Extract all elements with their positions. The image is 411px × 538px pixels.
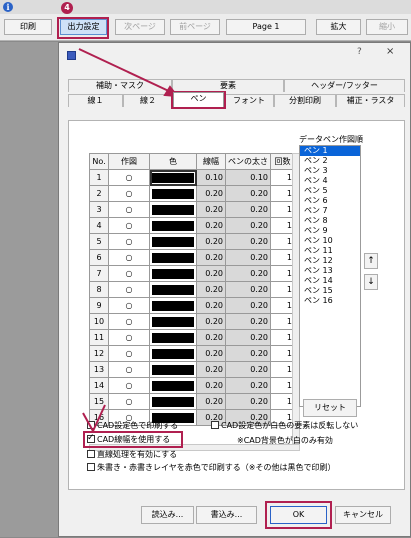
output-settings-dialog: ? × 補助・マスク 要素 ヘッダー/フッター 線１ 線２ ペン フォント 分割… — [58, 42, 411, 537]
title-bar: i 4 — [0, 0, 411, 14]
step-badge: 4 — [61, 2, 73, 14]
check-mark-stroke — [92, 404, 106, 432]
toolbar: 印刷 出力設定 次ページ 前ページ Page 1 拡大 縮小 — [0, 14, 411, 41]
check-mark-stroke — [82, 412, 94, 432]
annotation-arrows — [78, 48, 180, 432]
prev-page-button[interactable]: 前ページ — [170, 19, 220, 35]
page-indicator: Page 1 — [226, 19, 306, 35]
print-button[interactable]: 印刷 — [4, 19, 52, 35]
tab-pen[interactable]: ペン — [173, 92, 224, 107]
zoom-out-button[interactable]: 縮小 — [366, 19, 408, 35]
document-area — [0, 42, 60, 537]
output-settings-button[interactable]: 出力設定 — [60, 19, 107, 35]
zoom-in-button[interactable]: 拡大 — [316, 19, 361, 35]
arrow-to-pen-tab — [78, 48, 174, 94]
info-icon: i — [3, 2, 13, 12]
next-page-button[interactable]: 次ページ — [115, 19, 165, 35]
